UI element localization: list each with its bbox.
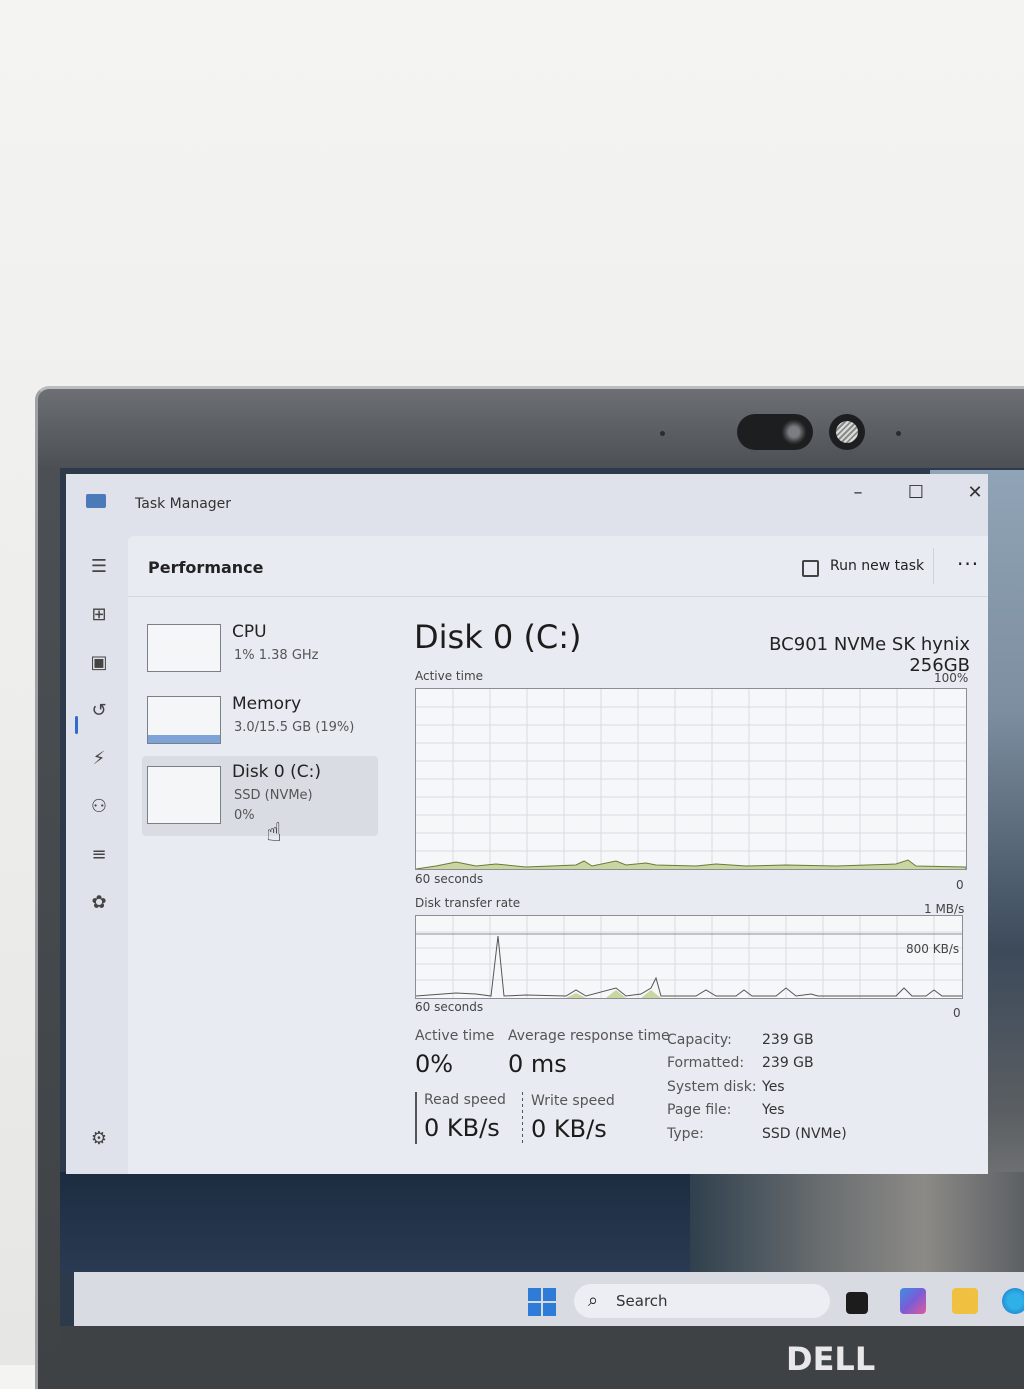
active-time-graph-max: 100% [934, 671, 969, 685]
resource-usage: 3.0/15.5 GB (19%) [234, 720, 355, 735]
wallpaper-rocks [690, 1172, 1024, 1272]
file-explorer-icon[interactable] [952, 1288, 978, 1314]
active-time-graph-min: 0 [956, 878, 964, 892]
page-title: Performance [148, 558, 264, 577]
transfer-graph-label: Disk transfer rate [415, 896, 521, 910]
transfer-rate-graph [415, 915, 963, 999]
services-icon[interactable]: ✿ [88, 892, 110, 914]
resource-item-disk[interactable]: Disk 0 (C:) SSD (NVMe) 0% [142, 756, 378, 836]
performance-panel: Performance Run new task ··· CPU 1% 1.38… [128, 536, 988, 1174]
capacity-value: 239 GB [762, 1032, 814, 1048]
active-indicator [75, 716, 78, 734]
edge-browser-icon[interactable] [1002, 1288, 1024, 1314]
formatted-key: Formatted: [667, 1055, 745, 1071]
write-speed-marker [522, 1092, 523, 1144]
hamburger-menu-icon[interactable]: ☰ [88, 556, 110, 578]
app-history-icon[interactable]: ↺ [88, 700, 110, 722]
webcam-lens [782, 420, 806, 444]
task-manager-icon [86, 494, 106, 508]
write-speed-label: Write speed [531, 1093, 615, 1109]
copilot-app-icon[interactable] [900, 1288, 926, 1314]
resource-name: Memory [232, 694, 302, 714]
taskbar: ⌕ Search [74, 1272, 1024, 1326]
active-time-graph [415, 688, 967, 870]
system-disk-value: Yes [762, 1079, 785, 1095]
sensor-dot [660, 431, 665, 436]
active-time-graph-svg [416, 689, 966, 869]
write-speed-value: 0 KB/s [531, 1115, 607, 1143]
details-icon[interactable]: ≡ [88, 844, 110, 866]
active-time-stat-label: Active time [415, 1028, 495, 1044]
resource-usage: 0% [234, 808, 255, 823]
more-options-button[interactable]: ··· [957, 552, 979, 576]
transfer-graph-max: 1 MB/s [924, 902, 965, 916]
performance-icon[interactable]: ▣ [88, 652, 110, 674]
type-key: Type: [667, 1126, 704, 1142]
search-icon: ⌕ [588, 1290, 599, 1311]
transfer-graph-mid: 800 KB/s [906, 942, 960, 956]
search-label: Search [616, 1292, 668, 1310]
disk-model: BC901 NVMe SK hynix 256GB [769, 634, 970, 676]
title-bar[interactable]: Task Manager – ☐ ✕ [66, 474, 988, 536]
close-button[interactable]: ✕ [955, 482, 995, 503]
active-time-stat-value: 0% [415, 1050, 454, 1078]
system-disk-key: System disk: [667, 1079, 757, 1095]
avg-response-stat-value: 0 ms [508, 1050, 567, 1078]
windows-start-icon[interactable] [528, 1288, 556, 1316]
resource-usage: 1% 1.38 GHz [234, 648, 319, 663]
memory-thumbnail-graph [147, 696, 221, 744]
header-divider [933, 548, 934, 584]
transfer-rate-graph-svg [416, 916, 962, 998]
startup-apps-icon[interactable]: ⚡ [88, 748, 110, 770]
panel-header: Performance Run new task ··· [128, 536, 988, 597]
task-view-icon[interactable] [846, 1292, 868, 1314]
run-new-task-icon [802, 560, 819, 577]
transfer-graph-min: 0 [953, 1006, 961, 1020]
read-speed-value: 0 KB/s [424, 1114, 500, 1142]
wallpaper-water [60, 1172, 700, 1272]
task-manager-window: Task Manager – ☐ ✕ ☰ ⊞ ▣ ↺ ⚡ ⚇ ≡ ✿ ⚙ Per… [66, 474, 988, 1174]
window-title: Task Manager [135, 496, 232, 512]
minimize-button[interactable]: – [838, 482, 878, 503]
hand-pointer-cursor-icon: ☝ [266, 818, 282, 848]
resource-name: CPU [232, 622, 267, 642]
users-icon[interactable]: ⚇ [88, 796, 110, 818]
maximize-button[interactable]: ☐ [896, 482, 936, 503]
dell-logo: DELL [786, 1340, 876, 1378]
capacity-key: Capacity: [667, 1032, 732, 1048]
cpu-thumbnail-graph [147, 624, 221, 672]
sensor-dot [896, 431, 901, 436]
formatted-value: 239 GB [762, 1055, 814, 1071]
transfer-graph-x-label: 60 seconds [415, 1000, 484, 1014]
settings-gear-icon[interactable]: ⚙ [88, 1128, 110, 1150]
type-value: SSD (NVMe) [762, 1126, 847, 1142]
resource-item-memory[interactable]: Memory 3.0/15.5 GB (19%) [142, 688, 378, 760]
resource-item-cpu[interactable]: CPU 1% 1.38 GHz [142, 616, 378, 688]
taskbar-search-box[interactable]: ⌕ Search [574, 1284, 830, 1318]
processes-icon[interactable]: ⊞ [88, 604, 110, 626]
resource-type: SSD (NVMe) [234, 788, 313, 803]
navigation-rail: ☰ ⊞ ▣ ↺ ⚡ ⚇ ≡ ✿ ⚙ [66, 536, 128, 1174]
page-file-key: Page file: [667, 1102, 732, 1118]
laptop-bottom-bezel [60, 1326, 1024, 1365]
avg-response-stat-label: Average response time [508, 1028, 670, 1044]
page-file-value: Yes [762, 1102, 785, 1118]
read-speed-marker [415, 1092, 417, 1144]
active-time-graph-x-label: 60 seconds [415, 872, 484, 886]
active-time-graph-label: Active time [415, 669, 484, 683]
ir-camera-lens [836, 421, 858, 443]
read-speed-label: Read speed [424, 1092, 506, 1108]
disk-thumbnail-graph [147, 766, 221, 824]
run-new-task-button[interactable]: Run new task [830, 558, 924, 574]
resource-name: Disk 0 (C:) [232, 762, 322, 782]
disk-title: Disk 0 (C:) [414, 618, 582, 656]
